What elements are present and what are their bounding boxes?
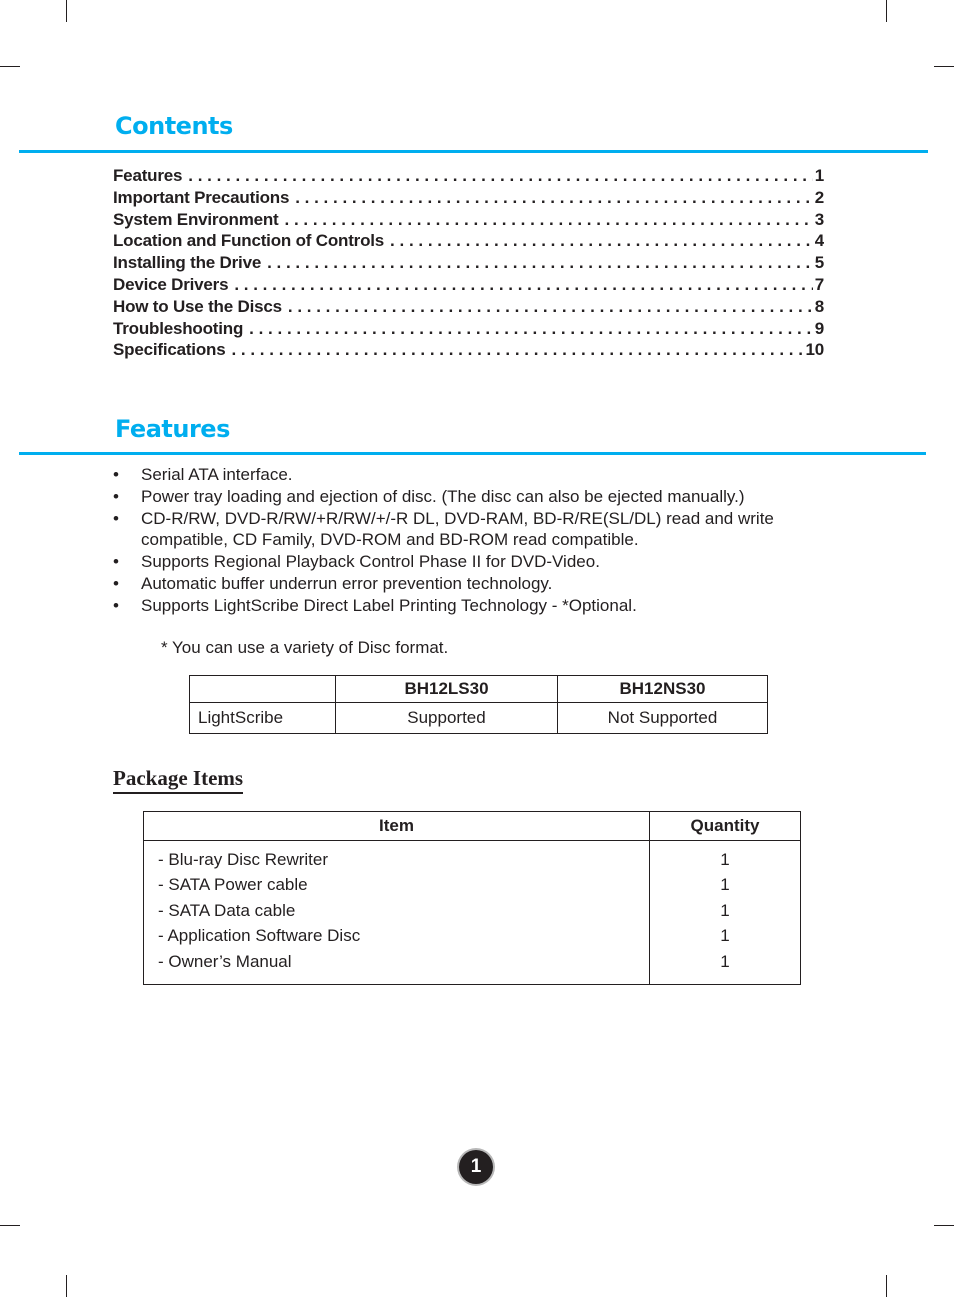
toc-entry[interactable]: Troubleshooting 9 (113, 319, 824, 341)
toc-entry-label: Installing the Drive (113, 253, 262, 273)
bullet-icon: • (113, 508, 119, 528)
toc-entry-label: How to Use the Discs (113, 296, 282, 316)
features-title: Features (115, 415, 230, 443)
toc-page-number: 9 (814, 318, 824, 338)
feature-text: CD-R/RW, DVD-R/RW/+R/RW/+/-R DL, DVD-RAM… (141, 508, 774, 550)
toc-page-number: 10 (805, 340, 824, 360)
features-rule (19, 452, 926, 455)
toc-leader (267, 253, 813, 273)
table-header-cell (189, 675, 336, 703)
package-item: - Blu-ray Disc Rewriter (158, 850, 329, 869)
toc-entry[interactable]: Location and Function of Controls 4 (113, 231, 824, 253)
table-of-contents: Features 1 Important Precautions 2 System … (113, 166, 824, 362)
toc-entry-label: Location and Function of Controls (113, 231, 385, 251)
crop-mark (886, 1275, 887, 1297)
toc-entry[interactable]: Device Drivers 7 (113, 275, 824, 297)
disc-format-note: * You can use a variety of Disc format. (161, 638, 449, 657)
crop-mark (886, 0, 887, 22)
toc-leader (249, 319, 813, 339)
table-header-row: BH12LS30 BH12NS30 (189, 675, 768, 703)
toc-entry-label: Specifications (113, 340, 226, 360)
package-item: - SATA Data cable (158, 900, 296, 920)
bullet-icon: • (113, 465, 119, 484)
toc-entry[interactable]: System Environment 3 (113, 210, 824, 232)
crop-mark (0, 66, 20, 67)
toc-page-number: 3 (814, 209, 824, 229)
package-quantity: 1 (720, 875, 730, 895)
crop-mark (0, 1225, 20, 1226)
table-row-label: LightScribe (189, 702, 336, 734)
package-item: - SATA Power cable (158, 875, 308, 895)
toc-entry[interactable]: Specifications 10 (113, 340, 824, 362)
package-items-title: Package Items (113, 766, 244, 794)
feature-item: • Automatic buffer underrun error prevent… (113, 573, 833, 595)
toc-entry-label: System Environment (113, 209, 279, 229)
table-header-item: Item (143, 811, 650, 841)
toc-page-number: 7 (814, 274, 824, 294)
feature-text: Automatic buffer underrun error preventi… (141, 573, 553, 593)
feature-text: Supports Regional Playback Control Phase… (141, 552, 600, 572)
feature-text: Serial ATA interface. (141, 465, 293, 484)
package-quantity: 1 (720, 926, 730, 946)
features-list: • Serial ATA interface. • Power tray loadi… (113, 464, 833, 617)
contents-title: Contents (115, 112, 233, 140)
table-header-quantity: Quantity (649, 811, 801, 841)
feature-item: • Supports LightScribe Direct Label Print… (113, 595, 833, 617)
table-header-row: Item Quantity (143, 811, 801, 841)
contents-rule (19, 150, 928, 153)
toc-entry-label: Important Precautions (113, 187, 290, 207)
toc-page-number: 8 (814, 296, 824, 316)
table-header-cell: BH12LS30 (335, 675, 558, 703)
lightscribe-table: BH12LS30 BH12NS30 LightScribe Supported … (189, 675, 768, 734)
toc-entry[interactable]: Features 1 (113, 166, 824, 188)
toc-entry-label: Troubleshooting (113, 318, 244, 338)
table-header-cell: BH12NS30 (557, 675, 768, 703)
toc-leader (390, 231, 813, 251)
toc-leader (285, 210, 813, 230)
bullet-icon: • (113, 552, 119, 572)
crop-mark (66, 0, 67, 22)
feature-text: Power tray loading and ejection of disc.… (141, 486, 745, 506)
package-quantity: 1 (720, 900, 730, 920)
table-row: LightScribe Supported Not Supported (189, 702, 768, 734)
bullet-icon: • (113, 573, 119, 593)
table-row: - Blu-ray Disc Rewriter - SATA Power cab… (143, 840, 801, 985)
crop-mark (934, 1225, 954, 1226)
toc-leader (188, 166, 812, 186)
bullet-icon: • (113, 595, 119, 615)
toc-page-number: 5 (814, 253, 824, 273)
toc-entry[interactable]: How to Use the Discs 8 (113, 297, 824, 319)
toc-entry[interactable]: Installing the Drive 5 (113, 253, 824, 275)
package-item: - Owner’s Manual (158, 951, 292, 971)
toc-leader (234, 275, 812, 295)
crop-mark (934, 66, 954, 67)
page-number-badge: 1 (459, 1150, 493, 1184)
package-item: - Application Software Disc (158, 926, 361, 946)
package-items-table: Item Quantity - Blu-ray Disc Rewriter - … (143, 811, 801, 985)
toc-page-number: 2 (814, 187, 824, 207)
toc-entry[interactable]: Important Precautions 2 (113, 188, 824, 210)
toc-leader (295, 188, 813, 208)
toc-leader (231, 340, 803, 360)
quantity-column: 1 1 1 1 1 (649, 840, 801, 985)
table-cell: Supported (335, 702, 558, 734)
feature-item: • Serial ATA interface. (113, 464, 833, 486)
package-quantity: 1 (720, 951, 730, 971)
feature-item: • Power tray loading and ejection of disc… (113, 486, 833, 508)
feature-item: • Supports Regional Playback Control Phas… (113, 551, 833, 573)
table-cell: Not Supported (557, 702, 768, 734)
toc-leader (288, 297, 813, 317)
toc-entry-label: Features (113, 166, 183, 185)
toc-page-number: 4 (814, 231, 824, 251)
crop-mark (66, 1275, 67, 1297)
feature-item: • CD-R/RW, DVD-R/RW/+R/RW/+/-R DL, DVD-RA… (113, 508, 833, 552)
feature-text: Supports LightScribe Direct Label Printi… (141, 595, 637, 615)
bullet-icon: • (113, 486, 119, 506)
package-quantity: 1 (720, 850, 730, 869)
toc-entry-label: Device Drivers (113, 274, 229, 294)
toc-page-number: 1 (814, 166, 824, 185)
items-column: - Blu-ray Disc Rewriter - SATA Power cab… (143, 840, 650, 985)
